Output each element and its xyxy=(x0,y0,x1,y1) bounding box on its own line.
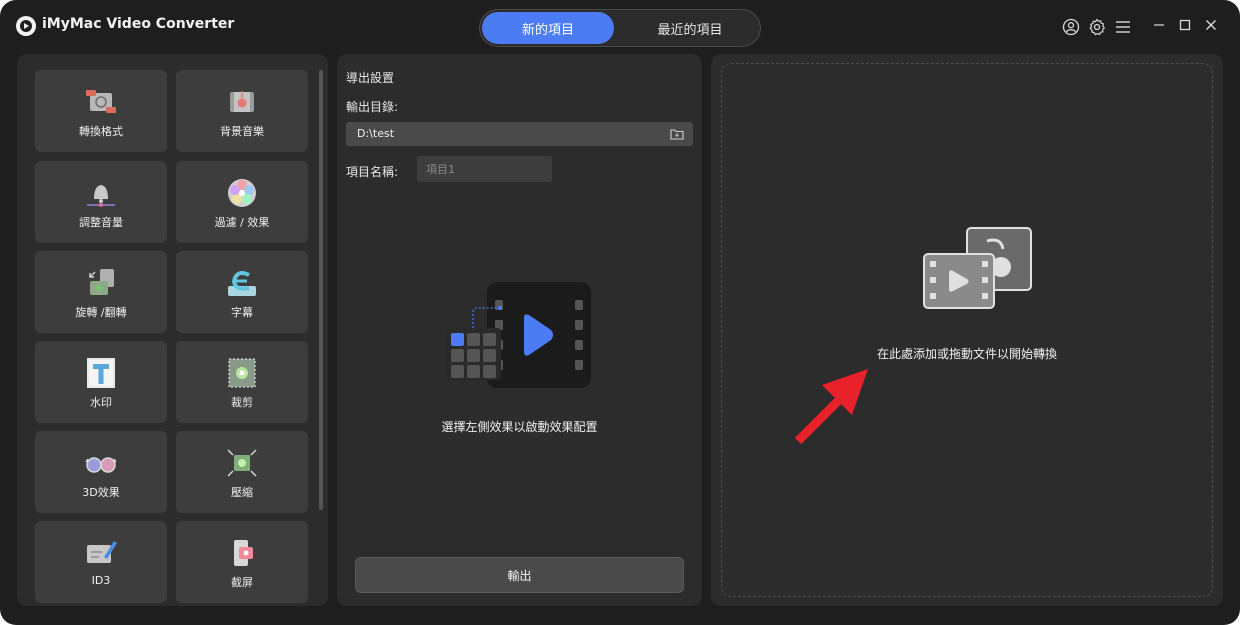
tool-convert-format[interactable]: 轉換格式 xyxy=(35,70,167,152)
menu-icon[interactable] xyxy=(1114,18,1132,36)
tool-label: 水印 xyxy=(90,396,112,409)
tool-adjust-volume[interactable]: 調整音量 xyxy=(35,161,167,243)
tool-crop[interactable]: 裁剪 xyxy=(176,341,308,423)
add-file-illustration xyxy=(923,227,1032,309)
effects-config-illustration xyxy=(447,282,591,388)
minimize-icon[interactable] xyxy=(1152,18,1166,32)
tool-label: 壓縮 xyxy=(231,486,253,499)
red-arrow-icon xyxy=(794,369,868,445)
export-settings-title: 導出設置 xyxy=(346,71,395,85)
maximize-icon[interactable] xyxy=(1178,18,1192,32)
tab-recent-projects[interactable]: 最近的項目 xyxy=(624,12,756,44)
crop-icon xyxy=(228,358,256,388)
project-name-label: 項目名稱: xyxy=(346,165,399,179)
tool-label: ID3 xyxy=(91,574,111,587)
tool-screenshot[interactable]: 截屏 xyxy=(176,521,308,603)
project-name-input[interactable] xyxy=(417,156,552,182)
volume-icon xyxy=(87,185,115,207)
tools-panel: 轉換格式 背景音樂 調整音量 過濾 / 效果 旋轉 /翻轉 字幕 水印 裁剪 3… xyxy=(17,54,328,606)
tool-label: 裁剪 xyxy=(231,396,253,409)
project-tab-switch: 新的項目 最近的項目 xyxy=(479,9,761,47)
compress-icon xyxy=(227,449,257,477)
drop-hint-text: 在此處添加或拖動文件以開始轉換 xyxy=(876,347,1057,361)
app-title: iMyMac Video Converter xyxy=(42,16,235,32)
convert-format-icon xyxy=(86,90,116,113)
tool-label: 字幕 xyxy=(231,306,253,319)
tool-3d-effect[interactable]: 3D效果 xyxy=(35,431,167,513)
tool-subtitle[interactable]: 字幕 xyxy=(176,251,308,333)
tool-compress[interactable]: 壓縮 xyxy=(176,431,308,513)
filter-effects-icon xyxy=(228,179,256,207)
user-icon[interactable] xyxy=(1062,18,1080,36)
app-logo-icon xyxy=(16,16,36,36)
id3-icon xyxy=(87,541,117,563)
tool-watermark[interactable]: 水印 xyxy=(35,341,167,423)
tool-label: 過濾 / 效果 xyxy=(214,216,270,229)
screenshot-icon xyxy=(234,540,253,566)
tool-label: 3D效果 xyxy=(82,486,120,499)
background-music-icon xyxy=(230,91,254,112)
rotate-flip-icon xyxy=(89,269,114,295)
export-settings-panel: 導出設置 輸出目錄: D:\test 項目名稱: 項目1 選擇左側效果以啟動效果… xyxy=(337,54,702,606)
tool-label: 旋轉 /翻轉 xyxy=(75,306,127,319)
tool-label: 調整音量 xyxy=(79,216,123,229)
gear-icon[interactable] xyxy=(1088,18,1106,36)
tool-filter-effects[interactable]: 過濾 / 效果 xyxy=(176,161,308,243)
tool-id3[interactable]: ID3 xyxy=(35,521,167,603)
effects-hint-text: 選擇左側效果以啟動效果配置 xyxy=(441,420,598,434)
export-button[interactable]: 輸出 xyxy=(355,557,684,593)
output-dir-label: 輸出目錄: xyxy=(346,100,399,114)
tools-scrollbar[interactable] xyxy=(319,70,323,510)
tool-label: 轉換格式 xyxy=(79,125,123,138)
output-dir-field[interactable]: D:\test xyxy=(346,122,693,146)
close-icon[interactable] xyxy=(1204,18,1218,32)
subtitle-icon xyxy=(228,271,256,296)
tool-label: 截屏 xyxy=(231,576,253,589)
watermark-icon xyxy=(87,358,115,388)
app-window: iMyMac Video Converter 新的項目 最近的項目 轉換格式 背… xyxy=(0,0,1240,625)
folder-icon[interactable] xyxy=(670,128,684,140)
file-drop-panel: 在此處添加或拖動文件以開始轉換 xyxy=(711,54,1223,606)
output-dir-value: D:\test xyxy=(357,127,395,140)
file-drop-zone[interactable]: 在此處添加或拖動文件以開始轉換 xyxy=(721,63,1213,597)
tool-rotate-flip[interactable]: 旋轉 /翻轉 xyxy=(35,251,167,333)
tab-new-project[interactable]: 新的項目 xyxy=(482,12,614,44)
tool-background-music[interactable]: 背景音樂 xyxy=(176,70,308,152)
tool-label: 背景音樂 xyxy=(220,125,264,138)
3d-glasses-icon xyxy=(85,457,117,473)
